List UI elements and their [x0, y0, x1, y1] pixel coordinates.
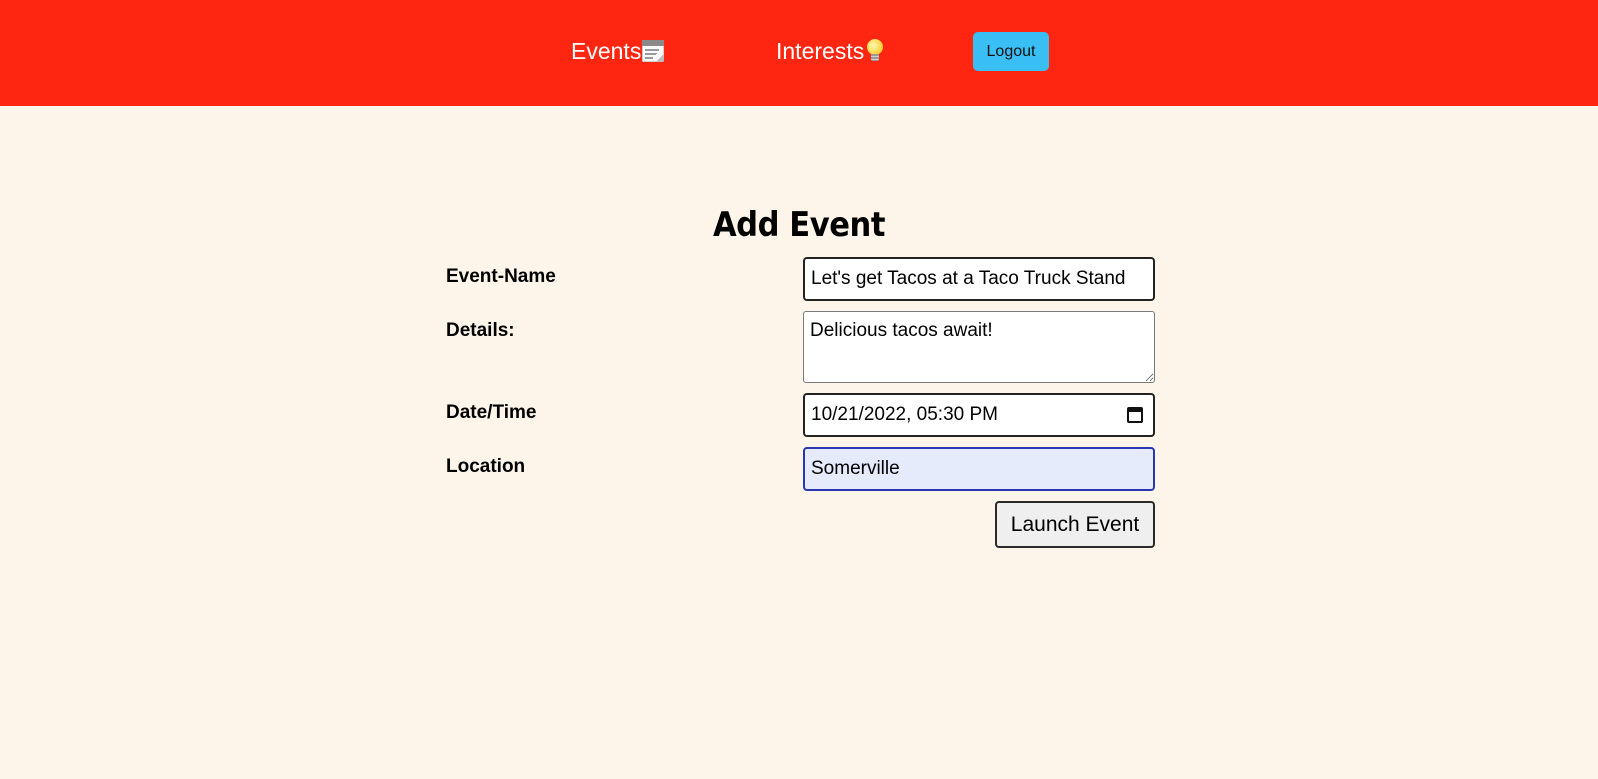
launch-event-button[interactable]: Launch Event — [995, 501, 1155, 548]
location-label: Location — [446, 456, 526, 477]
datetime-label: Date/Time — [446, 402, 537, 423]
top-navbar: Events Interests Logout — [0, 0, 1598, 106]
datetime-value: 10/21/2022, 05:30 PM — [811, 404, 998, 425]
nav-events-label: Events — [571, 38, 642, 64]
event-name-label: Event-Name — [446, 266, 556, 287]
calendar-picker-icon[interactable] — [1127, 407, 1143, 423]
nav-interests-label: Interests — [776, 38, 865, 64]
details-textarea[interactable]: Delicious tacos await! — [803, 311, 1155, 383]
location-input[interactable] — [803, 447, 1155, 491]
event-name-input[interactable] — [803, 257, 1155, 301]
datetime-input[interactable]: 10/21/2022, 05:30 PM — [803, 393, 1155, 437]
nav-link-interests[interactable]: Interests — [776, 36, 885, 66]
lightbulb-icon — [865, 39, 885, 63]
logout-button[interactable]: Logout — [973, 32, 1049, 71]
page-title: Add Event — [712, 205, 886, 245]
calendar-icon — [642, 40, 665, 62]
details-label: Details: — [446, 320, 515, 341]
nav-link-events[interactable]: Events — [571, 36, 665, 66]
